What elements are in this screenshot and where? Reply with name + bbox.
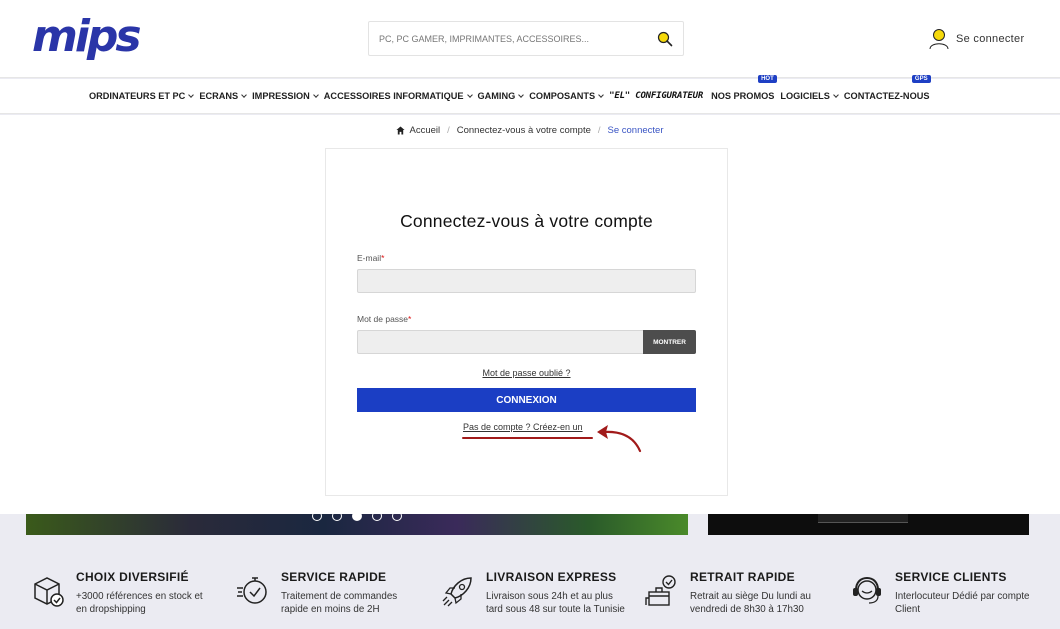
nav-item-label: IMPRESSION <box>252 91 310 101</box>
nav-list: ORDINATEURS ET PC ECRANS IMPRESSION ACCE… <box>89 75 935 101</box>
feature-desc: Traitement de commandes rapide en moins … <box>281 591 398 615</box>
account-label: Se connecter <box>956 33 1025 45</box>
nav-item-label: LOGICIELS <box>780 91 830 101</box>
breadcrumb-current: Se connecter <box>607 125 664 136</box>
site-logo[interactable]: mips <box>32 11 142 62</box>
features-row: CHOIX DIVERSIFIÉ +3000 références en sto… <box>0 548 1060 629</box>
nav-item-configurateur[interactable]: "EL" CONFIGURATEUR <box>609 91 703 101</box>
nav-item-ordinateurs[interactable]: ORDINATEURS ET PC <box>89 91 195 101</box>
breadcrumb: Accueil / Connectez-vous à votre compte … <box>0 125 1060 136</box>
password-field-wrapper: MONTRER <box>357 330 696 354</box>
feature-desc: Interlocuteur Dédié par compte Client <box>895 591 1030 615</box>
nav-item-accessoires[interactable]: ACCESSOIRES INFORMATIQUE <box>323 91 473 101</box>
carousel-dot[interactable] <box>392 511 402 521</box>
gps-badge: GPS <box>911 75 931 83</box>
nav-item-label: COMPOSANTS <box>529 91 596 101</box>
box-check-icon <box>34 577 64 607</box>
create-account-link[interactable]: Pas de compte ? Créez-en un <box>463 422 583 432</box>
password-field[interactable] <box>358 331 643 353</box>
nav-item-contact[interactable]: GPS CONTACTEZ-NOUS <box>843 75 931 101</box>
feature-title: LIVRAISON EXPRESS <box>486 570 617 584</box>
feature-desc: Livraison sous 24h et au plus tard sous … <box>486 591 625 615</box>
hot-badge: HOT <box>758 75 777 83</box>
breadcrumb-login-page[interactable]: Connectez-vous à votre compte <box>457 125 591 136</box>
email-field-wrapper <box>357 269 696 293</box>
banner-image-right[interactable] <box>708 514 1029 535</box>
home-icon <box>396 126 406 135</box>
annotation-underline <box>462 437 593 439</box>
email-field[interactable] <box>358 270 695 292</box>
user-icon <box>929 29 949 50</box>
search-button[interactable] <box>657 31 673 47</box>
breadcrumb-home[interactable]: Accueil <box>409 125 440 136</box>
feature-title: SERVICE CLIENTS <box>895 570 1007 584</box>
carousel-dot[interactable] <box>332 511 342 521</box>
headset-icon <box>853 576 881 604</box>
chevron-down-icon <box>598 91 604 98</box>
login-submit-button[interactable]: CONNEXION <box>357 388 696 412</box>
search-icon <box>657 31 673 47</box>
breadcrumb-separator: / <box>597 125 601 136</box>
breadcrumb-separator: / <box>447 125 450 136</box>
password-label: Mot de passe* <box>357 314 412 324</box>
nav-item-label: ORDINATEURS ET PC <box>89 91 186 101</box>
nav-item-impression[interactable]: IMPRESSION <box>252 91 319 101</box>
product-box-image <box>818 514 908 523</box>
search-box <box>368 21 684 56</box>
feature-title: SERVICE RAPIDE <box>281 570 387 584</box>
nav-item-label: GAMING <box>477 91 516 101</box>
nav-item-label: NOS PROMOS <box>711 91 775 101</box>
chevron-down-icon <box>466 91 473 98</box>
nav-item-promos[interactable]: HOT NOS PROMOS <box>711 75 777 101</box>
feature-desc: +3000 références en stock et en dropship… <box>76 591 203 615</box>
annotation-arrow-icon <box>597 425 642 453</box>
chevron-down-icon <box>518 91 525 98</box>
chevron-down-icon <box>312 91 319 98</box>
carousel-dot[interactable] <box>372 511 382 521</box>
carousel-dot[interactable] <box>312 511 322 521</box>
chevron-down-icon <box>241 91 247 98</box>
feature-title: RETRAIT RAPIDE <box>690 570 795 584</box>
nav-item-gaming[interactable]: GAMING <box>477 91 525 101</box>
login-card: Connectez-vous à votre compte E-mail* Mo… <box>325 148 728 496</box>
nav-item-logiciels[interactable]: LOGICIELS <box>780 91 839 101</box>
email-label: E-mail* <box>357 253 385 263</box>
logo-text: mips <box>32 11 142 62</box>
forgot-password-link[interactable]: Mot de passe oublié ? <box>326 368 727 378</box>
account-link[interactable]: Se connecter <box>928 27 1024 51</box>
main-nav: ORDINATEURS ET PC ECRANS IMPRESSION ACCE… <box>0 75 1060 114</box>
nav-item-label: ACCESSOIRES INFORMATIQUE <box>323 91 464 101</box>
carousel-dot-active[interactable] <box>352 511 362 521</box>
nav-item-label: ECRANS <box>199 91 239 101</box>
nav-item-label: CONTACTEZ-NOUS <box>843 91 930 101</box>
feature-desc: Retrait au siège Du lundi au vendredi de… <box>690 591 811 615</box>
feature-title: CHOIX DIVERSIFIÉ <box>76 570 189 584</box>
stopwatch-icon <box>237 577 267 604</box>
rocket-icon <box>442 577 472 607</box>
carousel-dots <box>312 511 412 521</box>
chevron-down-icon <box>188 91 195 98</box>
search-input[interactable] <box>379 22 649 55</box>
show-password-button[interactable]: MONTRER <box>643 330 696 354</box>
nav-item-ecrans[interactable]: ECRANS <box>199 91 247 101</box>
nav-item-composants[interactable]: COMPOSANTS <box>529 91 604 101</box>
store-pickup-icon <box>645 575 676 606</box>
chevron-down-icon <box>833 91 839 98</box>
login-title: Connectez-vous à votre compte <box>400 211 653 231</box>
site-header: mips Se connecter <box>0 0 1060 78</box>
